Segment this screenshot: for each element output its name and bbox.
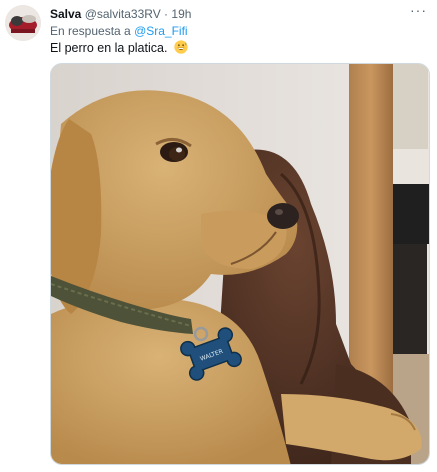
grinning-face-with-sweat-emoji: [174, 40, 188, 54]
separator-dot: ·: [164, 7, 169, 21]
avatar[interactable]: [5, 5, 41, 41]
timestamp[interactable]: 19h: [171, 7, 191, 21]
tweet-media-image[interactable]: WALTER: [50, 63, 430, 465]
reply-to-link[interactable]: @Sra_Fifi: [134, 24, 188, 38]
dog-photo: WALTER: [51, 64, 429, 464]
tweet-header: Salva @salvita33RV · 19h ···: [50, 2, 429, 24]
display-name[interactable]: Salva: [50, 7, 81, 21]
tweet-body: El perro en la platica.: [50, 41, 168, 55]
user-handle[interactable]: @salvita33RV: [85, 7, 161, 21]
more-options-icon[interactable]: ···: [410, 2, 427, 18]
reply-context: En respuesta a @Sra_Fifi: [50, 23, 188, 39]
reply-prefix: En respuesta a: [50, 24, 131, 38]
tweet-text: El perro en la platica.: [50, 40, 188, 57]
avatar-image: [5, 5, 41, 41]
